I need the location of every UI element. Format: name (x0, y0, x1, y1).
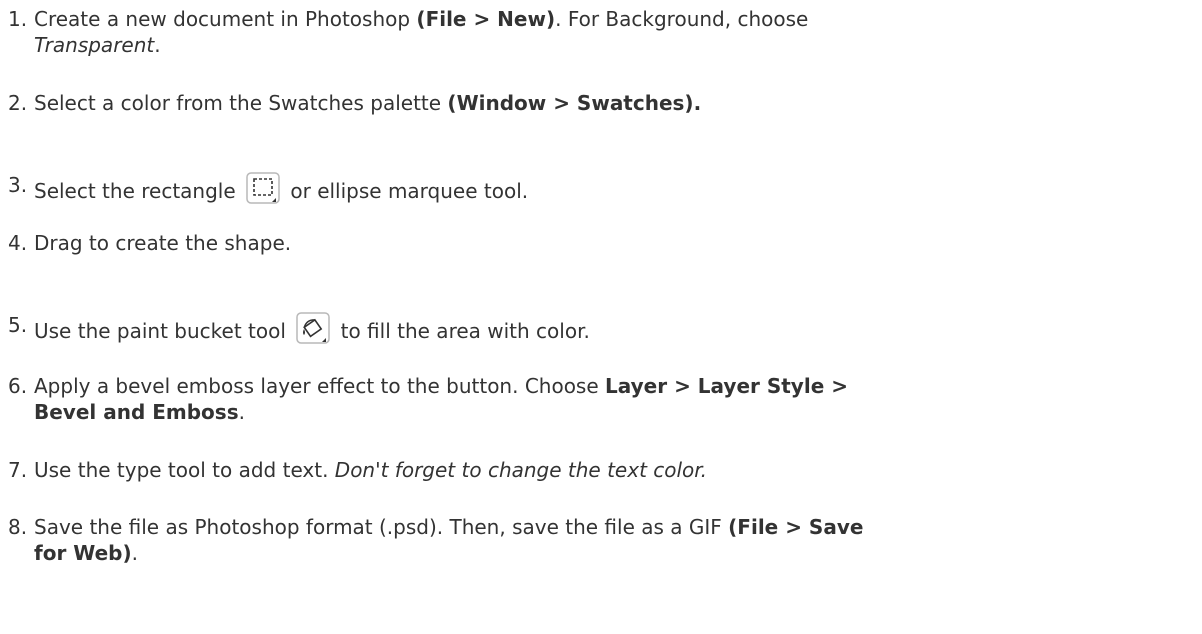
step-text: Transparent. (34, 32, 161, 58)
step-text-part: Select the rectangle (34, 179, 236, 203)
tip-text: Don't forget to change the text color. (334, 458, 708, 482)
step-number: 4. (8, 231, 28, 255)
step-text-part: Apply a bevel emboss layer effect to the… (34, 374, 606, 398)
step-text: Apply a bevel emboss layer effect to the… (34, 373, 848, 399)
menu-path: Layer > Layer Style > (605, 374, 848, 398)
paint-bucket-icon (296, 312, 331, 350)
step-text-part: to fill the area with color. (340, 319, 590, 343)
menu-path: (File > New) (416, 7, 556, 31)
step-text: Use the paint bucket tool to fill the ar… (34, 312, 590, 350)
step-number: 1. (8, 7, 28, 31)
step-number: 8. (8, 515, 28, 539)
step-text-part: . (131, 541, 138, 565)
step-text-part: . (238, 400, 245, 424)
rectangle-marquee-icon (246, 172, 280, 210)
step-text-part: Use the paint bucket tool (34, 319, 286, 343)
step-text-part: . (154, 33, 161, 57)
step-number: 2. (8, 91, 28, 115)
step-number: 3. (8, 173, 28, 197)
step-number: 7. (8, 458, 28, 482)
step-text-part: Select a color from the Swatches palette (34, 91, 448, 115)
menu-path: (File > Save (728, 515, 864, 539)
step-text: Save the file as Photoshop format (.psd)… (34, 514, 863, 540)
step-text: Use the type tool to add text. Don't for… (34, 457, 707, 483)
step-text-part: Drag to create the shape. (34, 231, 292, 255)
step-text: Select the rectangle or ellipse marquee … (34, 172, 528, 210)
step-number: 6. (8, 374, 28, 398)
option-name: Transparent (34, 33, 155, 57)
step-text-part: Use the type tool to add text. (34, 458, 335, 482)
menu-path: for Web) (34, 541, 132, 565)
step-text: for Web). (34, 540, 138, 566)
step-text: Drag to create the shape. (34, 230, 291, 256)
step-text: Bevel and Emboss. (34, 399, 245, 425)
step-text-part: Save the file as Photoshop format (.psd)… (34, 515, 729, 539)
step-number: 5. (8, 313, 28, 337)
step-text-part: Create a new document in Photoshop (34, 7, 417, 31)
step-text: Create a new document in Photoshop (File… (34, 6, 808, 32)
instruction-list: 1. Create a new document in Photoshop (F… (0, 0, 1202, 634)
menu-path: Bevel and Emboss (34, 400, 239, 424)
step-text-part: . For Background, choose (555, 7, 809, 31)
menu-path: (Window > Swatches). (447, 91, 702, 115)
step-text: Select a color from the Swatches palette… (34, 90, 701, 116)
step-text-part: or ellipse marquee tool. (290, 179, 529, 203)
